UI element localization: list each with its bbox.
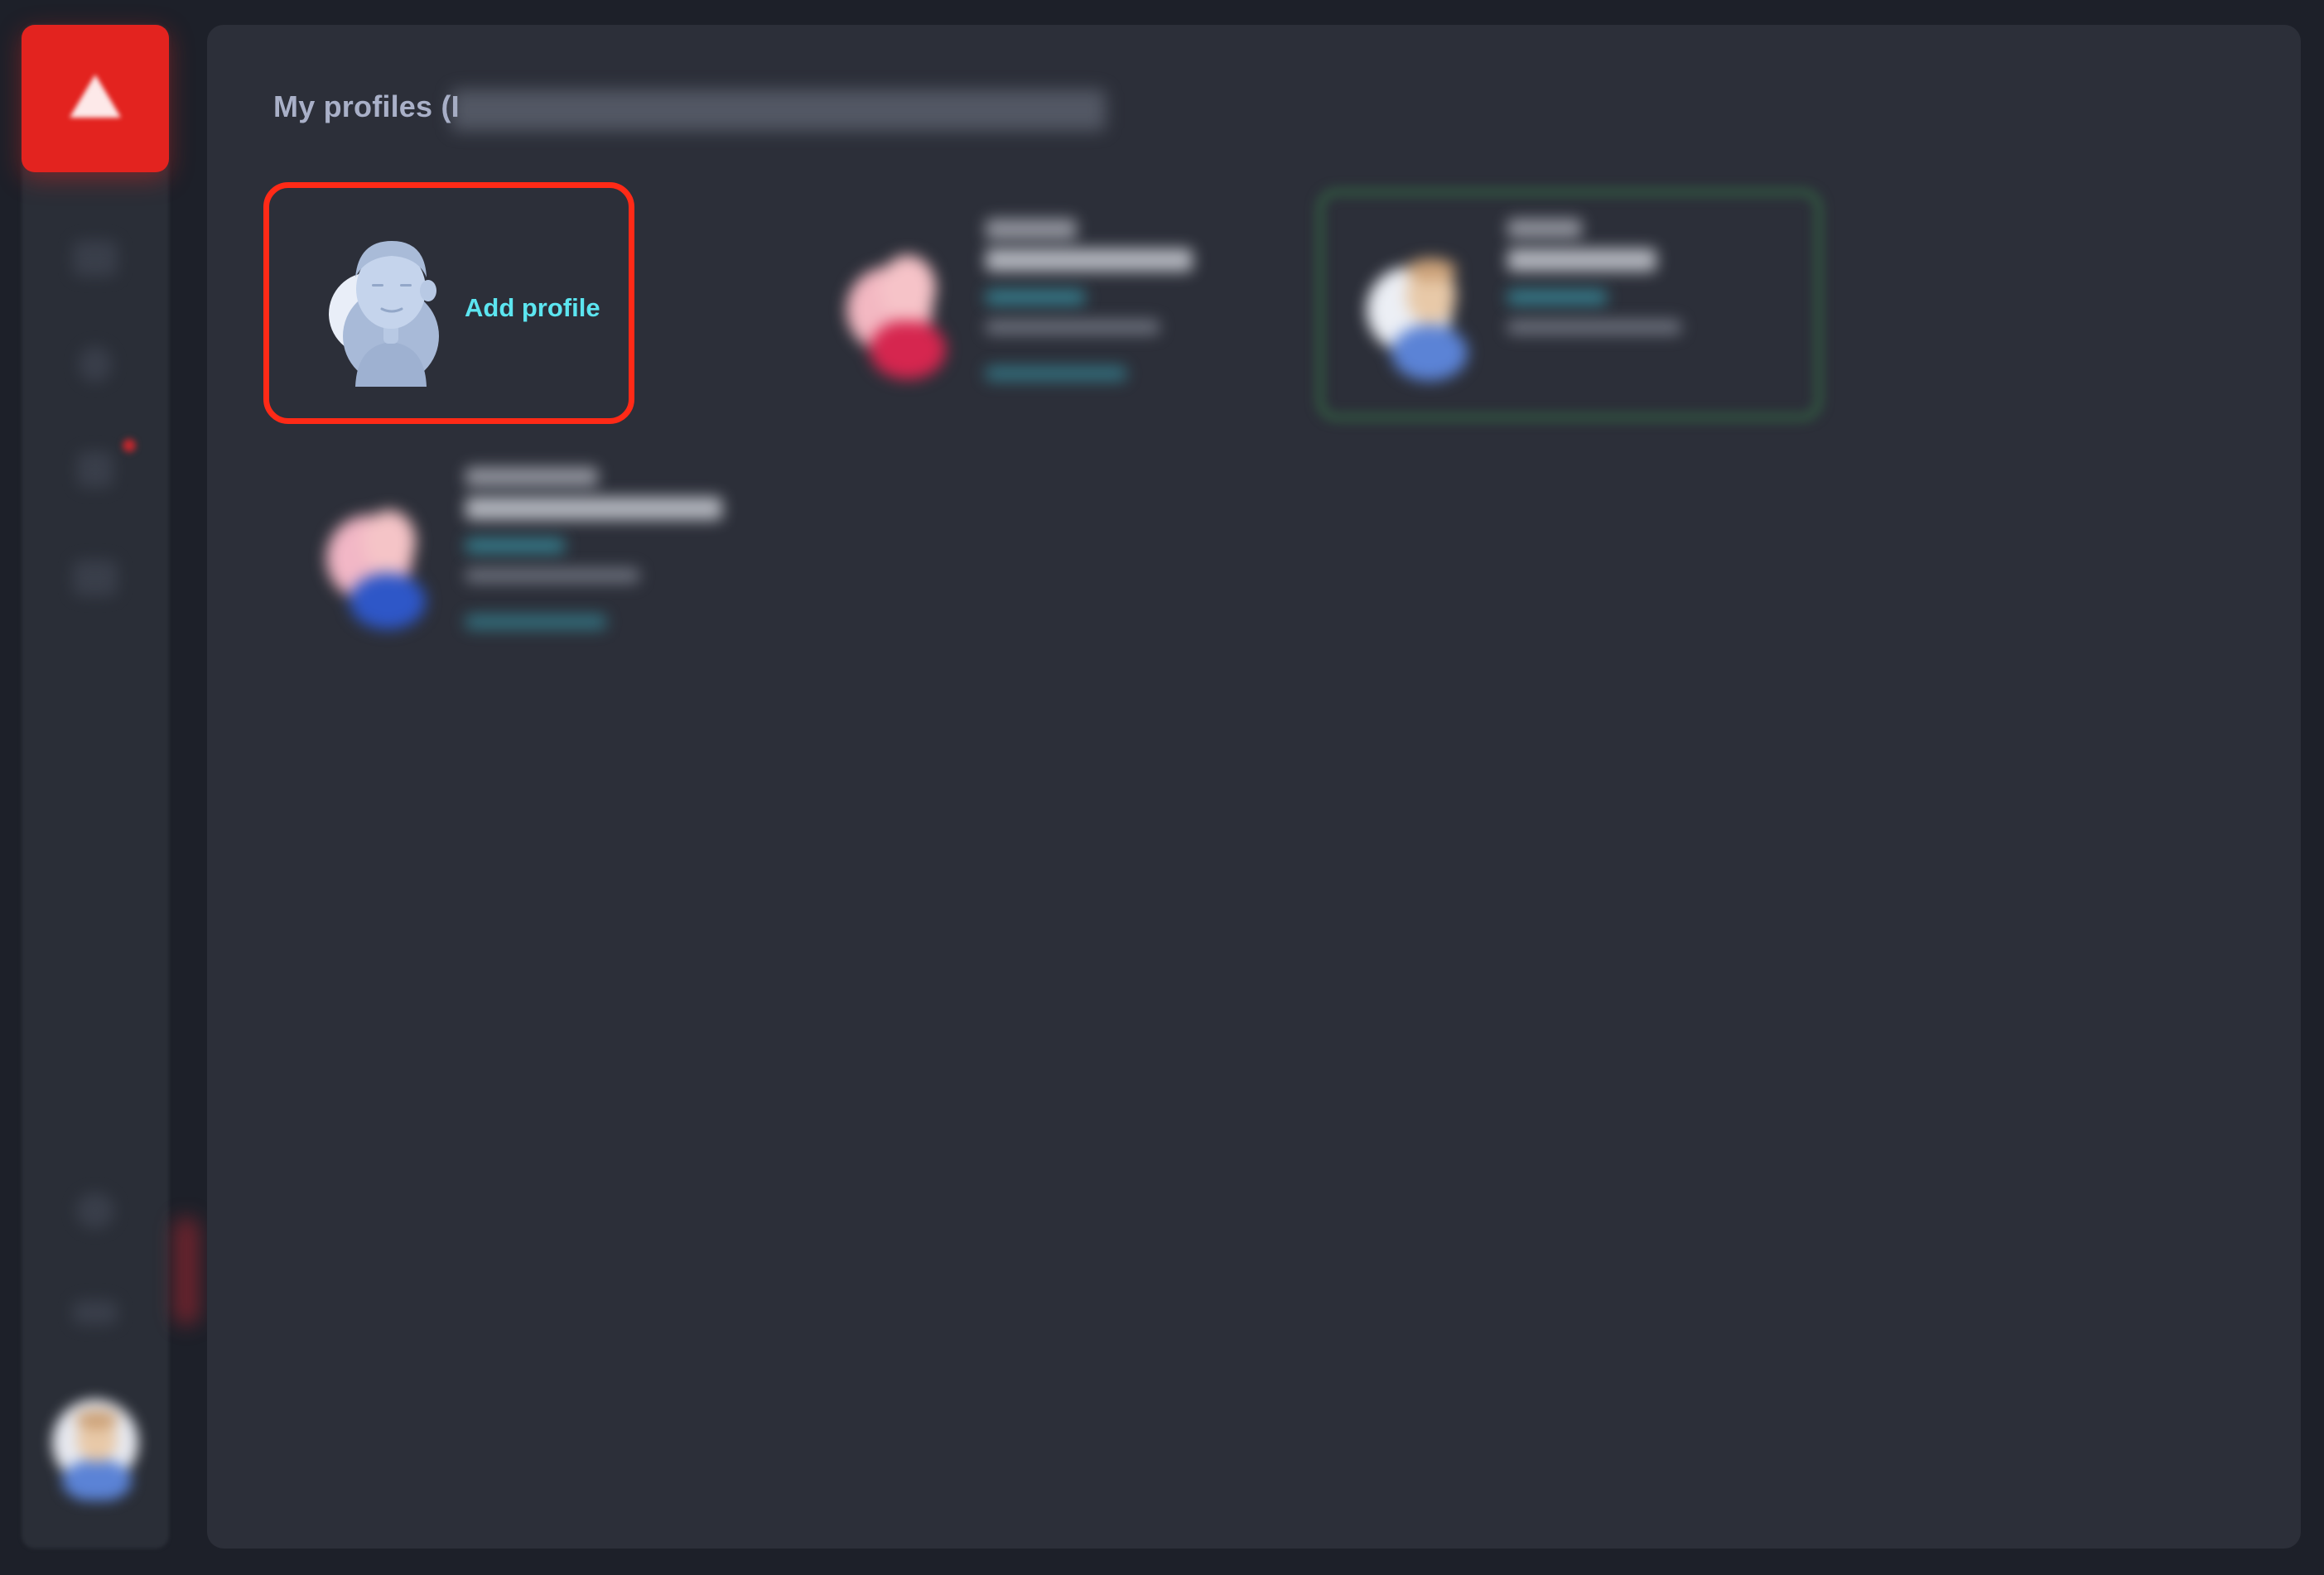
sidebar-item-notifications[interactable] bbox=[77, 451, 113, 488]
profile-name-last bbox=[986, 248, 1193, 272]
profile-card-active[interactable] bbox=[1350, 199, 1864, 439]
profile-action-link[interactable] bbox=[986, 366, 1126, 381]
profile-name-first bbox=[1507, 219, 1582, 238]
profile-status bbox=[1507, 320, 1681, 335]
sidebar-item-home[interactable] bbox=[73, 240, 118, 277]
profile-link[interactable] bbox=[986, 290, 1085, 305]
profile-action-link[interactable] bbox=[465, 614, 606, 629]
profile-name-last bbox=[465, 497, 722, 520]
redacted-user-id bbox=[451, 89, 1106, 131]
sidebar-item-mail[interactable] bbox=[73, 560, 118, 596]
sidebar-collapse-handle[interactable] bbox=[174, 1217, 199, 1325]
user-avatar[interactable] bbox=[50, 1391, 141, 1500]
profile-avatar bbox=[846, 255, 946, 379]
notification-badge bbox=[123, 439, 136, 452]
profile-card[interactable] bbox=[828, 199, 1342, 439]
profile-link[interactable] bbox=[1507, 290, 1607, 305]
profile-avatar bbox=[1367, 258, 1468, 381]
sidebar-item-user[interactable] bbox=[79, 346, 112, 383]
profile-avatar bbox=[326, 510, 426, 629]
profile-link[interactable] bbox=[465, 538, 565, 553]
profile-status bbox=[465, 568, 639, 583]
page-title: My profiles (I bbox=[273, 89, 460, 123]
profile-card[interactable] bbox=[308, 447, 822, 687]
profile-name-first bbox=[986, 219, 1077, 240]
brand-logo-button[interactable] bbox=[22, 25, 169, 172]
profile-name-last bbox=[1507, 248, 1656, 272]
sidebar-item-settings[interactable] bbox=[76, 1192, 114, 1229]
profile-name-first bbox=[465, 467, 598, 487]
logo-icon bbox=[70, 75, 121, 118]
profile-placeholder-icon bbox=[329, 241, 439, 387]
profile-status bbox=[986, 320, 1160, 335]
add-profile-button[interactable]: Add profile bbox=[263, 182, 634, 424]
sidebar-item-help[interactable] bbox=[73, 1300, 118, 1325]
add-profile-label: Add profile bbox=[465, 293, 600, 322]
app-root: My profiles (I Add profile bbox=[0, 0, 2324, 1575]
